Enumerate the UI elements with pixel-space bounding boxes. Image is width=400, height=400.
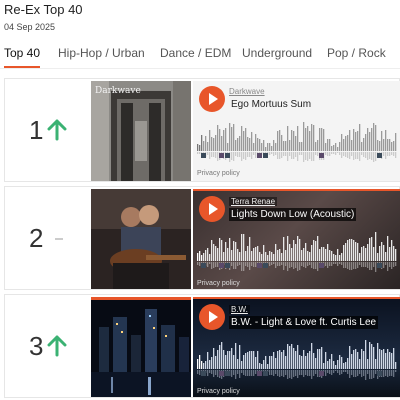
tabs-divider [0,68,400,69]
audio-player: Terra Renae Lights Down Low (Acoustic) P… [193,189,400,289]
waveform[interactable] [197,339,397,387]
audio-player: Darkwave Ego Mortuus Sum Privacy policy [193,81,400,181]
track-title: Ego Mortuus Sum [231,99,312,110]
album-artwork[interactable] [91,297,191,397]
audio-player: B.W. B.W. - Light & Love ft. Curtis Lee … [193,297,400,397]
tab-pop-rock[interactable]: Pop / Rock [327,46,386,60]
tab-hip-hop-urban[interactable]: Hip-Hop / Urban [58,46,145,60]
waveform[interactable] [197,121,397,169]
rank-number: 1 [29,115,44,145]
privacy-policy-link[interactable]: Privacy policy [197,388,240,395]
chart-header: Re-Ex Top 40 04 Sep 2025 [0,0,400,40]
chart-date: 04 Sep 2025 [4,22,56,32]
trend-up-icon [47,119,67,141]
rank-number: 2 [29,223,44,253]
waveform[interactable] [197,231,397,279]
privacy-policy-link[interactable]: Privacy policy [197,170,240,177]
track-title: B.W. - Light & Love ft. Curtis Lee [229,316,379,329]
rank-box: 1 [5,79,89,181]
album-artwork[interactable] [91,189,191,289]
play-icon[interactable] [199,196,225,222]
chart-entry-3: 3 B.W. B.W. - Light & Love ft. Curtis Le… [4,294,400,398]
cover-text: Darkwave [95,86,141,96]
play-icon[interactable] [199,86,225,112]
rank-box: 2 [5,187,89,289]
tab-dance-edm[interactable]: Dance / EDM [160,46,231,60]
privacy-policy-link[interactable]: Privacy policy [197,280,240,287]
trend-same-icon [55,238,63,240]
album-artwork[interactable]: Darkwave [91,81,191,181]
artist-link[interactable]: Darkwave [229,87,265,96]
rank-box: 3 [5,295,89,397]
artist-link[interactable]: B.W. [229,305,250,314]
artist-link[interactable]: Terra Renae [229,197,278,206]
chart-entry-1: 1 Darkwave Darkwave Ego Mortuus Sum Priv… [4,78,400,182]
track-title: Lights Down Low (Acoustic) [229,208,357,221]
rank-number: 3 [29,331,44,361]
tab-top-40[interactable]: Top 40 [4,46,40,60]
tab-underground[interactable]: Underground [242,46,312,60]
chart-entry-2: 2 Terra Renae Lights Down Low (Acoustic)… [4,186,400,290]
play-icon[interactable] [199,304,225,330]
trend-up-icon [47,335,67,357]
page-title: Re-Ex Top 40 [4,2,83,17]
genre-tabs: Top 40 Hip-Hop / Urban Dance / EDM Under… [0,42,400,68]
